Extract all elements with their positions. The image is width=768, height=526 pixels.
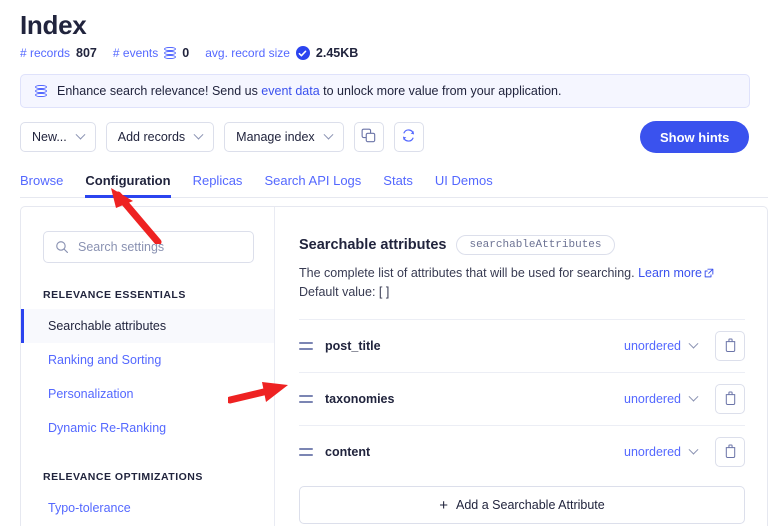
refresh-icon [401, 128, 416, 146]
banner-text-after: to unlock more value from your applicati… [319, 84, 562, 98]
add-searchable-attribute-button[interactable]: + Add a Searchable Attribute [299, 486, 745, 524]
sidebar-item-typo-tolerance[interactable]: Typo-tolerance [21, 491, 274, 525]
search-icon [55, 240, 69, 259]
configuration-body: RELEVANCE ESSENTIALS Searchable attribut… [20, 206, 768, 526]
attributes-list: post_title unordered taxonomies unordere… [299, 319, 745, 524]
table-row: taxonomies unordered [299, 372, 745, 425]
banner-text-before: Enhance search relevance! Send us [57, 84, 262, 98]
panel-default-value: Default value: [ ] [299, 285, 390, 299]
chevron-down-icon [688, 338, 699, 349]
searchable-attributes-panel: Searchable attributes searchableAttribut… [275, 207, 767, 526]
page-title: Index [20, 10, 87, 40]
tab-replicas[interactable]: Replicas [193, 173, 243, 198]
search-settings-wrap [43, 231, 254, 263]
index-configuration-page: Index # records 807 # events 0 avg. reco… [0, 0, 768, 526]
manage-index-button-label: Manage index [236, 130, 315, 144]
plus-icon: + [439, 496, 449, 514]
panel-header: Searchable attributes searchableAttribut… [299, 235, 745, 255]
index-stats: # records 807 # events 0 avg. record siz… [20, 46, 768, 60]
tab-browse[interactable]: Browse [20, 173, 63, 198]
event-data-banner: Enhance search relevance! Send us event … [20, 74, 750, 108]
banner-text: Enhance search relevance! Send us event … [57, 84, 561, 98]
sidebar-item-dynamic-re-ranking[interactable]: Dynamic Re-Ranking [21, 411, 274, 445]
drag-handle-icon[interactable] [299, 342, 313, 350]
stat-avg-record-size: avg. record size 2.45KB [205, 46, 358, 60]
delete-attribute-button[interactable] [715, 437, 745, 467]
attribute-name: post_title [325, 339, 381, 353]
order-dropdown[interactable]: unordered [624, 444, 699, 459]
panel-description: The complete list of attributes that wil… [299, 264, 745, 301]
index-toolbar: New... Add records Manage index Show hin… [20, 121, 768, 153]
drag-handle-icon[interactable] [299, 395, 313, 403]
stat-events-value: 0 [182, 46, 190, 60]
trash-icon [724, 391, 737, 408]
stat-events-label: # events [112, 46, 159, 60]
check-circle-icon [295, 46, 310, 60]
order-dropdown[interactable]: unordered [624, 338, 699, 353]
sidebar-group-relevance-optimizations: RELEVANCE OPTIMIZATIONS [43, 471, 203, 483]
stat-avg-size-label: avg. record size [205, 46, 290, 60]
delete-attribute-button[interactable] [715, 384, 745, 414]
order-dropdown-value: unordered [624, 339, 681, 353]
tab-search-api-logs[interactable]: Search API Logs [264, 173, 361, 198]
order-dropdown[interactable]: unordered [624, 391, 699, 406]
settings-sidebar: RELEVANCE ESSENTIALS Searchable attribut… [21, 207, 275, 526]
delete-attribute-button[interactable] [715, 331, 745, 361]
page-header: Index # records 807 # events 0 avg. reco… [0, 0, 768, 60]
order-dropdown-value: unordered [624, 445, 681, 459]
new-button[interactable]: New... [20, 122, 96, 152]
tab-ui-demos[interactable]: UI Demos [435, 173, 493, 198]
database-icon [164, 46, 177, 60]
attribute-name: content [325, 445, 371, 459]
stat-avg-size-value: 2.45KB [315, 46, 359, 60]
manage-index-button[interactable]: Manage index [224, 122, 344, 152]
chevron-down-icon [75, 129, 86, 140]
add-records-button[interactable]: Add records [105, 122, 215, 152]
show-hints-button[interactable]: Show hints [640, 121, 750, 153]
external-link-icon [704, 265, 714, 283]
stat-events: # events 0 [113, 46, 189, 60]
trash-icon [724, 444, 737, 461]
section-tabs: Browse Configuration Replicas Search API… [20, 168, 768, 198]
tab-stats[interactable]: Stats [383, 173, 413, 198]
drag-handle-icon[interactable] [299, 448, 313, 456]
search-settings-input[interactable] [43, 231, 254, 263]
table-row: post_title unordered [299, 319, 745, 372]
learn-more-link[interactable]: Learn more [638, 266, 702, 280]
tab-configuration[interactable]: Configuration [85, 173, 171, 198]
attribute-name: taxonomies [325, 392, 395, 406]
sidebar-item-ranking-and-sorting[interactable]: Ranking and Sorting [21, 343, 274, 377]
stat-records: # records 807 [20, 46, 97, 60]
copy-button[interactable] [353, 122, 384, 152]
copy-icon [361, 128, 376, 146]
sidebar-item-personalization[interactable]: Personalization [21, 377, 274, 411]
table-row: content unordered [299, 425, 745, 478]
event-data-link[interactable]: event data [261, 84, 319, 98]
trash-icon [724, 338, 737, 355]
add-searchable-attribute-label: Add a Searchable Attribute [456, 498, 605, 512]
chevron-down-icon [323, 129, 334, 140]
sidebar-item-searchable-attributes[interactable]: Searchable attributes [21, 309, 274, 343]
stat-records-label: # records [20, 46, 71, 60]
add-records-button-label: Add records [117, 130, 186, 144]
sidebar-group-relevance-essentials: RELEVANCE ESSENTIALS [43, 289, 186, 301]
panel-description-text: The complete list of attributes that wil… [299, 266, 635, 280]
stat-records-value: 807 [76, 46, 97, 60]
order-dropdown-value: unordered [624, 392, 681, 406]
refresh-button[interactable] [393, 122, 424, 152]
chevron-down-icon [193, 129, 204, 140]
database-icon [35, 84, 47, 98]
panel-title: Searchable attributes [299, 237, 447, 253]
chevron-down-icon [688, 444, 699, 455]
panel-code-pill: searchableAttributes [456, 235, 615, 255]
chevron-down-icon [688, 391, 699, 402]
new-button-label: New... [32, 130, 67, 144]
